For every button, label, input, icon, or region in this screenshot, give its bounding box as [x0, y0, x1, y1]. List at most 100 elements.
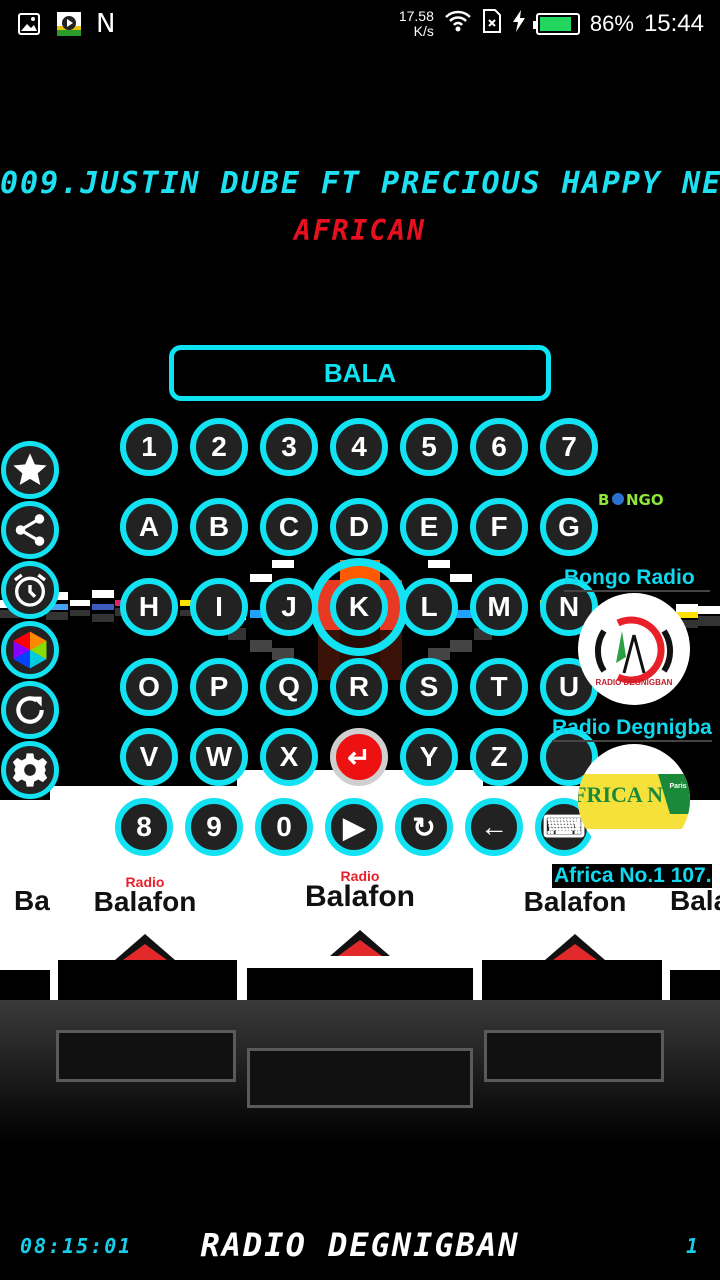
key-i[interactable]: I: [190, 578, 248, 636]
radio-app-icon: [56, 11, 82, 37]
visualizer-bar: [46, 612, 68, 620]
key-e[interactable]: E: [400, 498, 458, 556]
key-label: S: [419, 671, 439, 702]
visualizer-bar: [676, 604, 698, 612]
key-label: 2: [211, 431, 227, 462]
share-icon: [15, 514, 45, 546]
key-j[interactable]: J: [260, 578, 318, 636]
key-g[interactable]: G: [540, 498, 598, 556]
key-q[interactable]: Q: [260, 658, 318, 716]
svg-text:NGO: NGO: [626, 491, 664, 509]
key-label: 9: [206, 811, 222, 842]
reflection-card: [56, 1030, 236, 1082]
key-a[interactable]: A: [120, 498, 178, 556]
key-s[interactable]: S: [400, 658, 458, 716]
key-5[interactable]: 5: [400, 418, 458, 476]
key-8[interactable]: 8: [115, 798, 173, 856]
key-label: A: [138, 511, 160, 542]
search-input[interactable]: BALA: [169, 345, 551, 401]
status-time: 15:44: [643, 9, 704, 37]
key-label: V: [139, 741, 159, 772]
key-label: M: [487, 591, 511, 622]
carousel-card-far-left[interactable]: Balafon: [0, 800, 117, 1000]
key-label: Y: [419, 741, 439, 772]
visualizer-bar: [698, 616, 720, 626]
key-label: F: [490, 511, 508, 542]
key-t[interactable]: T: [470, 658, 528, 716]
reload-button[interactable]: [1, 681, 59, 739]
key-z[interactable]: Z: [470, 728, 528, 786]
key-label: C: [278, 511, 300, 542]
key-w[interactable]: W: [190, 728, 248, 786]
favorite-button[interactable]: [1, 441, 59, 499]
star-icon: [13, 453, 47, 485]
key-l[interactable]: L: [400, 578, 458, 636]
battery-percent: 86%: [589, 10, 634, 36]
key-9[interactable]: 9: [185, 798, 243, 856]
card-chevron-icon: [115, 934, 175, 960]
theme-color-button[interactable]: [1, 621, 59, 679]
key-o[interactable]: O: [120, 658, 178, 716]
svg-text:Paris: Paris: [669, 783, 686, 790]
no-sim-icon: [482, 8, 502, 39]
key-4[interactable]: 4: [330, 418, 388, 476]
key-m[interactable]: M: [470, 578, 528, 636]
key-label: I: [215, 591, 223, 622]
station-label: Radio Degnigban: [552, 716, 712, 742]
bongo-logo: B NGO: [596, 488, 674, 510]
alarm-button[interactable]: [1, 561, 59, 619]
enter-icon: ↵: [347, 741, 371, 773]
play-button[interactable]: ▶: [325, 798, 383, 856]
key-label: L: [420, 591, 438, 622]
key-y[interactable]: Y: [400, 728, 458, 786]
key-x[interactable]: X: [260, 728, 318, 786]
key-v[interactable]: V: [120, 728, 178, 786]
card-name: Balafon: [670, 885, 720, 916]
key-1[interactable]: 1: [120, 418, 178, 476]
key-h[interactable]: H: [120, 578, 178, 636]
key-2[interactable]: 2: [190, 418, 248, 476]
key-c[interactable]: C: [260, 498, 318, 556]
card-name: Balafon: [304, 880, 415, 913]
key-label: E: [419, 511, 439, 542]
key-6[interactable]: 6: [470, 418, 528, 476]
key-r[interactable]: R: [330, 658, 388, 716]
share-button[interactable]: [1, 501, 59, 559]
enter-key[interactable]: ↵: [330, 728, 388, 786]
key-label: 7: [561, 431, 577, 462]
africa-n1-logo: AFRICA N°1 Paris: [578, 744, 690, 856]
key-b[interactable]: B: [190, 498, 248, 556]
key-3[interactable]: 3: [260, 418, 318, 476]
key-label: 3: [281, 431, 297, 462]
key-label: Q: [278, 671, 300, 702]
key-label: J: [281, 591, 297, 622]
refresh-key[interactable]: ↻: [395, 798, 453, 856]
key-label: N: [558, 591, 580, 622]
key-label: R: [348, 671, 370, 702]
key-label: K: [348, 591, 370, 622]
backspace-key[interactable]: ←: [465, 798, 523, 856]
refresh-icon: [16, 696, 44, 724]
page-indicator: 1: [685, 1234, 700, 1258]
visualizer-bar: [92, 604, 114, 610]
key-label: 6: [491, 431, 507, 462]
backspace-icon: ←: [480, 811, 508, 842]
key-k[interactable]: K: [330, 578, 388, 636]
key-7[interactable]: 7: [540, 418, 598, 476]
net-speed-unit: K/s: [413, 22, 434, 39]
card-name: Balafon: [523, 886, 627, 917]
key-label: P: [209, 671, 229, 702]
key-label: B: [208, 511, 230, 542]
key-f[interactable]: F: [470, 498, 528, 556]
key-0[interactable]: 0: [255, 798, 313, 856]
visualizer-bar: [92, 590, 114, 598]
key-d[interactable]: D: [330, 498, 388, 556]
key-p[interactable]: P: [190, 658, 248, 716]
visualizer-bar: [428, 560, 450, 568]
alarm-clock-icon: [14, 573, 47, 607]
station-label: Bongo Radio: [564, 566, 710, 592]
visualizer-bar: [70, 610, 90, 616]
card-bar: [58, 960, 238, 1002]
search-value: BALA: [323, 357, 397, 388]
settings-button[interactable]: [1, 741, 59, 799]
